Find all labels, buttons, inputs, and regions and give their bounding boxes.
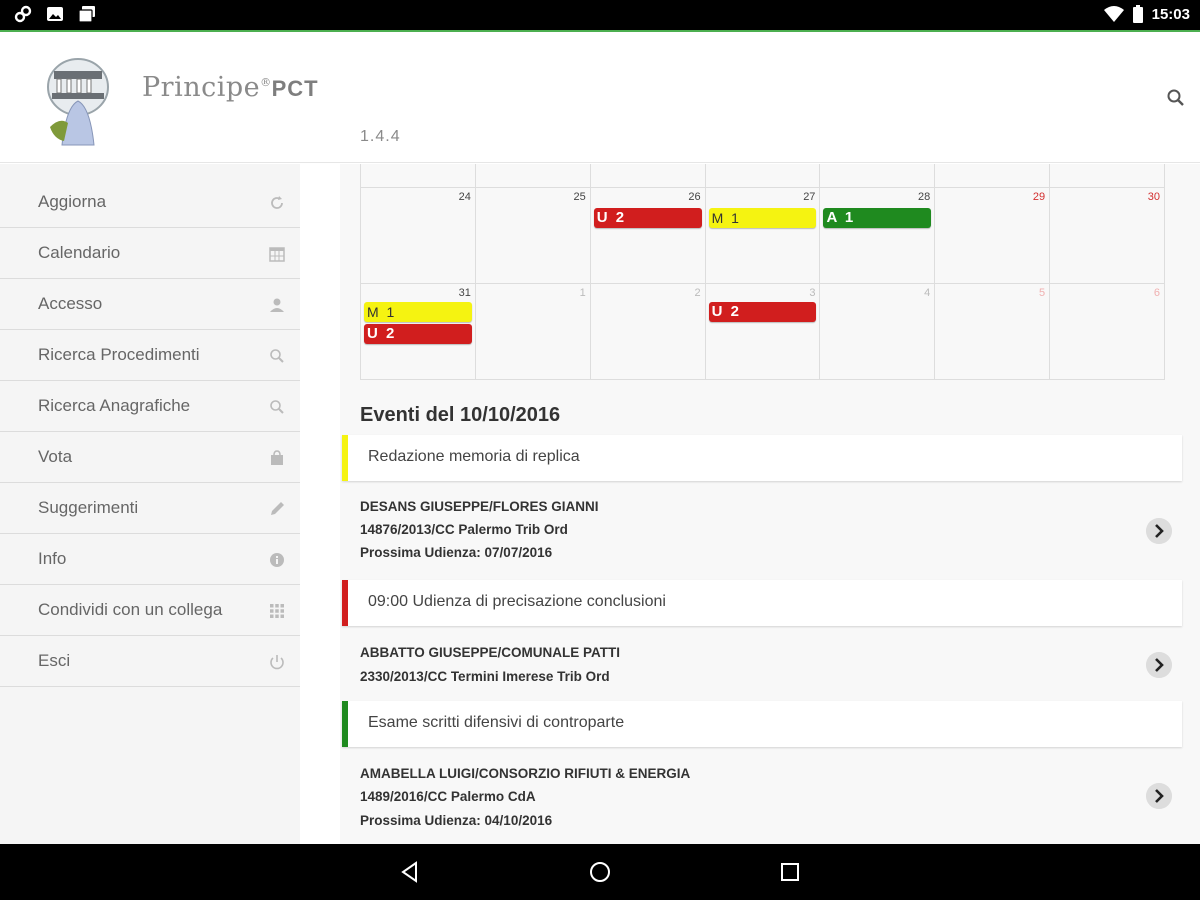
event-card[interactable]: Esame scritti difensivi di controparte — [342, 701, 1182, 747]
shopping-bag-icon — [271, 450, 283, 465]
back-icon[interactable] — [398, 860, 422, 884]
pencil-icon — [271, 502, 284, 515]
chevron-right-icon[interactable] — [1146, 652, 1172, 678]
gallery-icon — [78, 6, 95, 23]
case-number: 14876/2013/CC Palermo Trib Ord — [360, 522, 568, 537]
calendar-day[interactable]: 29 — [935, 188, 1051, 283]
event-card[interactable]: Redazione memoria di replica — [342, 435, 1182, 481]
recent-apps-icon[interactable] — [778, 860, 802, 884]
calendar-day[interactable]: 24 — [361, 188, 476, 283]
search-icon — [270, 400, 284, 414]
calendar-day[interactable]: 26 U 2 — [590, 188, 706, 283]
case-row[interactable]: ABBATTO GIUSEPPE/COMUNALE PATTI 2330/201… — [342, 626, 1182, 702]
calendar-event-badge[interactable]: U 2 — [593, 208, 702, 228]
case-next-hearing: Prossima Udienza: 07/07/2016 — [360, 545, 553, 560]
refresh-icon — [271, 196, 283, 209]
events-title: Eventi del 10/10/2016 — [360, 404, 561, 426]
case-parties: ABBATTO GIUSEPPE/COMUNALE PATTI — [360, 645, 621, 660]
app-logo — [47, 58, 109, 146]
wifi-icon — [1103, 6, 1124, 22]
status-bar: 15:03 — [0, 0, 1200, 30]
calendar-day[interactable]: 4 — [820, 284, 936, 379]
sidebar-item-esci[interactable]: Esci — [0, 636, 300, 687]
calendar-month-grid: 24 25 26 U 2 27 M 1 28 A 1 29 30 31 M 1 … — [360, 164, 1166, 380]
calendar-day[interactable]: 3 U 2 — [705, 284, 821, 379]
calendar-event-badge[interactable]: A 1 — [823, 208, 932, 228]
calendar-week: 24 25 26 U 2 27 M 1 28 A 1 29 30 — [361, 188, 1166, 284]
brand-name: Principe®PCT — [142, 72, 319, 103]
calendar-event-badge[interactable]: U 2 — [364, 324, 472, 344]
calendar-day[interactable]: 5 — [935, 284, 1051, 379]
calendar-day[interactable]: 28 A 1 — [820, 188, 936, 283]
battery-icon — [1132, 5, 1143, 23]
event-description: 09:00 Udienza di precisazione conclusion… — [368, 593, 666, 610]
status-time: 15:03 — [1151, 5, 1190, 23]
event-card[interactable]: 09:00 Udienza di precisazione conclusion… — [342, 580, 1182, 626]
sidebar-item-ricerca-procedimenti[interactable]: Ricerca Procedimenti — [0, 330, 300, 381]
calendar-event-badge[interactable]: U 2 — [708, 302, 817, 322]
calendar-icon — [269, 247, 285, 262]
event-description: Esame scritti difensivi di controparte — [368, 714, 625, 731]
system-nav-bar — [0, 844, 1200, 900]
sidebar-item-ricerca-anagrafiche[interactable]: Ricerca Anagrafiche — [0, 381, 300, 432]
link-icon — [14, 5, 32, 23]
calendar-day[interactable]: 6 — [1050, 284, 1166, 379]
calendar-day[interactable]: 30 — [1050, 188, 1166, 283]
calendar-day[interactable]: 27 M 1 — [705, 188, 821, 283]
case-row[interactable]: DESANS GIUSEPPE/FLORES GIANNI 14876/2013… — [342, 481, 1182, 575]
sidebar-item-condividi[interactable]: Condividi con un collega — [0, 585, 300, 636]
calendar-day[interactable]: 2 — [590, 284, 706, 379]
sidebar-item-calendario[interactable]: Calendario — [0, 228, 300, 279]
calendar-event-badge[interactable]: M 1 — [364, 302, 472, 322]
sidebar-item-info[interactable]: Info — [0, 534, 300, 585]
calendar-day[interactable]: 1 — [475, 284, 591, 379]
calendar-day[interactable]: 31 M 1 U 2 — [361, 284, 476, 379]
sidebar-item-accesso[interactable]: Accesso — [0, 279, 300, 330]
case-parties: AMABELLA LUIGI/CONSORZIO RIFIUTI & ENERG… — [360, 766, 691, 781]
home-icon[interactable] — [588, 860, 612, 884]
user-icon — [270, 298, 284, 312]
case-number: 2330/2013/CC Termini Imerese Trib Ord — [360, 669, 610, 684]
sidebar-menu: Aggiorna Calendario Accesso Ricerca Proc… — [0, 164, 300, 844]
app-header: Principe®PCT 1.4.4 — [0, 32, 1200, 163]
sidebar-item-suggerimenti[interactable]: Suggerimenti — [0, 483, 300, 534]
calendar-previous-week-row — [361, 164, 1166, 188]
info-icon — [270, 553, 284, 567]
main-content: 24 25 26 U 2 27 M 1 28 A 1 29 30 31 M 1 … — [340, 164, 1200, 844]
case-number: 1489/2016/CC Palermo CdA — [360, 789, 536, 804]
case-parties: DESANS GIUSEPPE/FLORES GIANNI — [360, 499, 599, 514]
chevron-right-icon[interactable] — [1146, 518, 1172, 544]
image-icon — [47, 7, 63, 21]
sidebar-item-vota[interactable]: Vota — [0, 432, 300, 483]
sidebar-item-aggiorna[interactable]: Aggiorna — [0, 164, 300, 228]
search-icon — [270, 349, 284, 363]
chevron-right-icon[interactable] — [1146, 783, 1172, 809]
grid-icon — [270, 604, 284, 618]
case-next-hearing: Prossima Udienza: 04/10/2016 — [360, 813, 553, 828]
search-icon[interactable] — [1164, 86, 1188, 110]
calendar-week: 31 M 1 U 2 1 2 3 U 2 4 5 6 — [361, 284, 1166, 380]
app-version: 1.4.4 — [360, 128, 401, 145]
power-icon — [270, 655, 284, 670]
calendar-day[interactable]: 25 — [475, 188, 591, 283]
case-row[interactable]: AMABELLA LUIGI/CONSORZIO RIFIUTI & ENERG… — [342, 747, 1182, 844]
calendar-event-badge[interactable]: M 1 — [708, 208, 817, 228]
event-description: Redazione memoria di replica — [368, 448, 580, 465]
